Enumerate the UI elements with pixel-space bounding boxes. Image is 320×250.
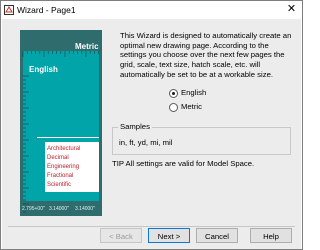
radio-label: Metric: [181, 102, 202, 111]
radio-button[interactable]: [169, 103, 178, 112]
wizard-window: Wizard - Page1 ✕ Metric English Architec…: [0, 0, 303, 250]
dimension-line: [37, 137, 99, 138]
help-button[interactable]: Help: [250, 228, 292, 243]
wizard-illustration: Metric English Architectural Decimal Eng…: [20, 30, 102, 216]
back-button[interactable]: < Back: [100, 228, 142, 243]
app-icon: [4, 5, 14, 15]
window-title: Wizard - Page1: [17, 5, 76, 15]
ruler-english-label: English: [29, 65, 58, 74]
samples-text: in, ft, yd, mi, mil: [119, 138, 173, 147]
unit-option: Architectural: [47, 146, 80, 152]
radio-button-selected[interactable]: [169, 89, 178, 98]
samples-group: Samples in, ft, yd, mi, mil: [112, 122, 291, 155]
unit-option: Decimal: [47, 155, 69, 161]
dimension-text: 3.14000": [49, 206, 69, 212]
title-bar: Wizard - Page1 ✕: [1, 1, 302, 19]
close-button[interactable]: ✕: [285, 3, 298, 16]
radio-label: English: [181, 88, 207, 97]
wizard-description: This Wizard is designed to automatically…: [120, 31, 292, 79]
unit-option: Engineering: [47, 164, 79, 170]
cancel-button[interactable]: Cancel: [196, 228, 238, 243]
unit-option: Fractional: [47, 173, 73, 179]
unit-options-list: Architectural Decimal Engineering Fracti…: [45, 142, 99, 192]
close-icon: ✕: [286, 3, 297, 15]
next-button[interactable]: Next >: [148, 228, 190, 243]
ruler-metric-label: Metric: [75, 42, 99, 51]
samples-legend: Samples: [118, 122, 152, 131]
unit-option: Scientific: [47, 182, 71, 188]
dimension-text: 2.795+00": [22, 206, 45, 212]
button-separator: [8, 226, 295, 227]
dimension-text: 3.14000": [75, 206, 95, 212]
wizard-body: Metric English Architectural Decimal Eng…: [2, 19, 301, 249]
tip-text: TIP All settings are valid for Model Spa…: [112, 159, 255, 168]
